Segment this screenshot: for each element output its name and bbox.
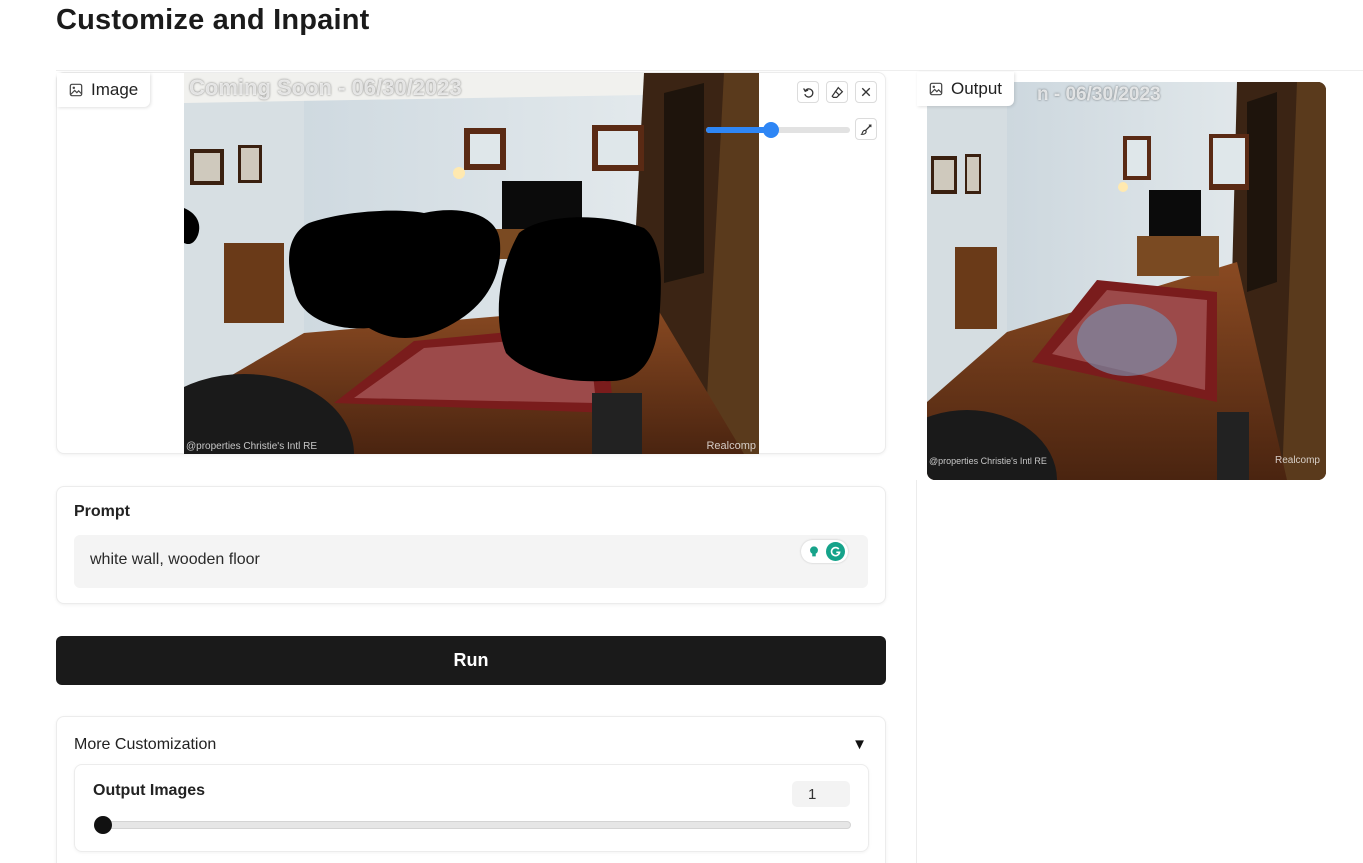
watermark-bottom-left: @properties Christie's Intl RE	[186, 441, 317, 452]
watermark-bottom-right: Realcomp	[706, 440, 756, 452]
brush-size-fill	[706, 127, 771, 133]
header-divider	[56, 70, 1363, 71]
run-button[interactable]: Run	[56, 636, 886, 685]
more-customization-toggle[interactable]: More Customization	[74, 736, 216, 754]
eraser-button[interactable]	[826, 81, 848, 103]
inpaint-canvas[interactable]: Coming Soon - 06/30/2023 @properties Chr…	[184, 73, 759, 454]
eraser-icon	[830, 86, 843, 98]
brush-size-slider[interactable]	[706, 122, 850, 138]
output-images-number[interactable]: 1	[792, 781, 850, 807]
clear-button[interactable]	[855, 81, 877, 103]
output-watermark-bottom-left: @properties Christie's Intl RE	[929, 456, 1047, 466]
output-images-label: Output Images	[93, 782, 206, 799]
output-watermark-bottom-right: Realcomp	[1274, 455, 1320, 466]
page-title: Customize and Inpaint	[56, 4, 370, 36]
image-icon	[929, 82, 943, 96]
prompt-panel: Prompt white wall, wooden floor	[56, 486, 886, 604]
column-divider	[916, 480, 917, 863]
prompt-label: Prompt	[74, 503, 130, 520]
brush-size-thumb[interactable]	[762, 122, 779, 138]
output-images-slider[interactable]	[94, 816, 851, 834]
output-images-thumb[interactable]	[94, 816, 112, 834]
undo-button[interactable]	[797, 81, 819, 103]
brush-icon	[859, 123, 872, 135]
caret-down-icon[interactable]: ▼	[852, 736, 867, 753]
close-icon	[861, 87, 871, 97]
output-images-card: Output Images 1	[74, 764, 869, 852]
output-label-chip: Output	[917, 72, 1015, 106]
output-label: Output	[951, 79, 1003, 98]
prompt-input[interactable]: white wall, wooden floor	[74, 535, 868, 588]
grammarly-icon[interactable]	[826, 542, 845, 561]
lightbulb-icon[interactable]	[804, 542, 823, 561]
watermark-top: Coming Soon - 06/30/2023	[189, 75, 462, 100]
brush-button[interactable]	[855, 118, 877, 140]
prompt-value: white wall, wooden floor	[90, 551, 260, 568]
output-room-photo	[927, 82, 1326, 480]
more-customization-panel: More Customization ▼ Output Images 1	[56, 716, 886, 863]
writing-assistant[interactable]	[801, 540, 848, 563]
room-photo	[184, 73, 759, 454]
image-label-chip: Image	[57, 73, 151, 107]
output-image: n - 06/30/2023 @properties Christie's In…	[927, 82, 1326, 480]
output-watermark-top: n - 06/30/2023	[1037, 84, 1161, 105]
image-input-panel: Image Coming Soon - 06/30/2023 @properti…	[56, 72, 886, 454]
image-icon	[69, 83, 83, 97]
undo-icon	[802, 87, 813, 98]
image-label: Image	[91, 80, 139, 99]
